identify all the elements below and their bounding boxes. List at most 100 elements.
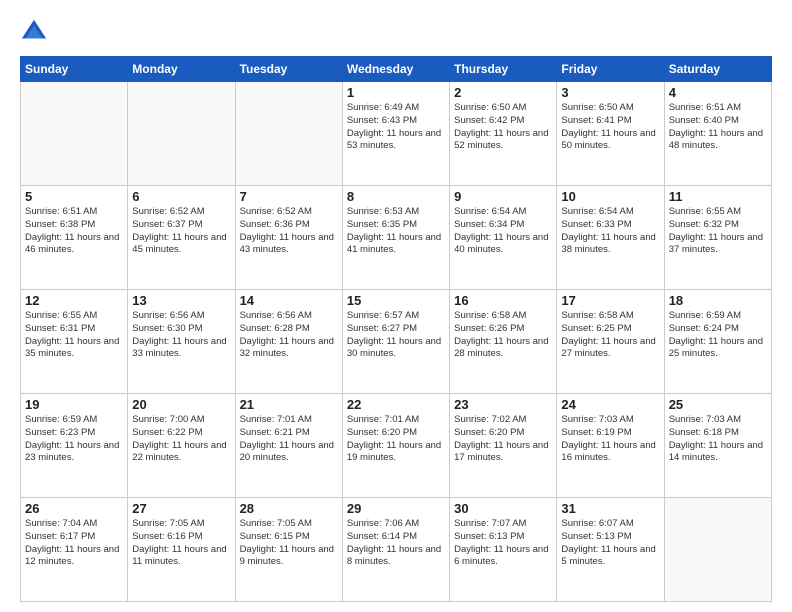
day-number: 22 (347, 397, 445, 412)
day-number: 4 (669, 85, 767, 100)
day-info: Sunrise: 6:54 AM Sunset: 6:34 PM Dayligh… (454, 206, 552, 257)
table-row: 1 Sunrise: 6:49 AM Sunset: 6:43 PM Daylig… (342, 82, 449, 186)
table-row: 19 Sunrise: 6:59 AM Sunset: 6:23 PM Dayli… (21, 394, 128, 498)
day-number: 19 (25, 397, 123, 412)
day-info: Sunrise: 6:59 AM Sunset: 6:23 PM Dayligh… (25, 414, 123, 465)
day-info: Sunrise: 6:52 AM Sunset: 6:36 PM Dayligh… (240, 206, 338, 257)
day-info: Sunrise: 6:56 AM Sunset: 6:28 PM Dayligh… (240, 310, 338, 361)
calendar-week-row: 1 Sunrise: 6:49 AM Sunset: 6:43 PM Daylig… (21, 82, 772, 186)
day-number: 21 (240, 397, 338, 412)
table-row: 10 Sunrise: 6:54 AM Sunset: 6:33 PM Dayli… (557, 186, 664, 290)
table-row: 7 Sunrise: 6:52 AM Sunset: 6:36 PM Daylig… (235, 186, 342, 290)
day-info: Sunrise: 6:53 AM Sunset: 6:35 PM Dayligh… (347, 206, 445, 257)
day-number: 9 (454, 189, 552, 204)
day-number: 11 (669, 189, 767, 204)
table-row: 14 Sunrise: 6:56 AM Sunset: 6:28 PM Dayli… (235, 290, 342, 394)
table-row (664, 498, 771, 602)
table-row: 4Sunrise: 6:51 AM Sunset: 6:40 PM Daylig… (664, 82, 771, 186)
table-row: 27 Sunrise: 7:05 AM Sunset: 6:16 PM Dayli… (128, 498, 235, 602)
col-tuesday: Tuesday (235, 57, 342, 82)
table-row: 26 Sunrise: 7:04 AM Sunset: 6:17 PM Dayli… (21, 498, 128, 602)
day-number: 18 (669, 293, 767, 308)
table-row: 28Sunrise: 7:05 AM Sunset: 6:15 PM Dayli… (235, 498, 342, 602)
day-number: 25 (669, 397, 767, 412)
day-info: Sunrise: 7:06 AM Sunset: 6:14 PM Dayligh… (347, 518, 445, 569)
col-saturday: Saturday (664, 57, 771, 82)
table-row: 11 Sunrise: 6:55 AM Sunset: 6:32 PM Dayli… (664, 186, 771, 290)
day-info: Sunrise: 6:57 AM Sunset: 6:27 PM Dayligh… (347, 310, 445, 361)
day-number: 16 (454, 293, 552, 308)
table-row: 15 Sunrise: 6:57 AM Sunset: 6:27 PM Dayli… (342, 290, 449, 394)
table-row: 13 Sunrise: 6:56 AM Sunset: 6:30 PM Dayli… (128, 290, 235, 394)
day-info: Sunrise: 6:55 AM Sunset: 6:31 PM Dayligh… (25, 310, 123, 361)
day-info: Sunrise: 6:59 AM Sunset: 6:24 PM Dayligh… (669, 310, 767, 361)
day-info: Sunrise: 7:04 AM Sunset: 6:17 PM Dayligh… (25, 518, 123, 569)
day-number: 29 (347, 501, 445, 516)
table-row: 20 Sunrise: 7:00 AM Sunset: 6:22 PM Dayli… (128, 394, 235, 498)
day-number: 14 (240, 293, 338, 308)
col-thursday: Thursday (450, 57, 557, 82)
day-number: 24 (561, 397, 659, 412)
calendar-week-row: 12 Sunrise: 6:55 AM Sunset: 6:31 PM Dayli… (21, 290, 772, 394)
table-row: 24Sunrise: 7:03 AM Sunset: 6:19 PM Dayli… (557, 394, 664, 498)
col-sunday: Sunday (21, 57, 128, 82)
day-info: Sunrise: 6:55 AM Sunset: 6:32 PM Dayligh… (669, 206, 767, 257)
day-info: Sunrise: 6:58 AM Sunset: 6:26 PM Dayligh… (454, 310, 552, 361)
table-row: 3 Sunrise: 6:50 AM Sunset: 6:41 PM Daylig… (557, 82, 664, 186)
day-number: 12 (25, 293, 123, 308)
generalblue-logo-icon (20, 18, 48, 46)
day-info: Sunrise: 7:00 AM Sunset: 6:22 PM Dayligh… (132, 414, 230, 465)
day-number: 8 (347, 189, 445, 204)
day-number: 2 (454, 85, 552, 100)
day-info: Sunrise: 6:07 AM Sunset: 5:13 PM Dayligh… (561, 518, 659, 569)
day-number: 7 (240, 189, 338, 204)
day-info: Sunrise: 6:50 AM Sunset: 6:41 PM Dayligh… (561, 102, 659, 153)
day-info: Sunrise: 7:07 AM Sunset: 6:13 PM Dayligh… (454, 518, 552, 569)
day-info: Sunrise: 7:01 AM Sunset: 6:21 PM Dayligh… (240, 414, 338, 465)
day-info: Sunrise: 6:49 AM Sunset: 6:43 PM Dayligh… (347, 102, 445, 153)
day-number: 5 (25, 189, 123, 204)
day-number: 27 (132, 501, 230, 516)
page: Sunday Monday Tuesday Wednesday Thursday… (0, 0, 792, 612)
day-info: Sunrise: 7:05 AM Sunset: 6:15 PM Dayligh… (240, 518, 338, 569)
day-info: Sunrise: 7:01 AM Sunset: 6:20 PM Dayligh… (347, 414, 445, 465)
table-row (235, 82, 342, 186)
calendar-table: Sunday Monday Tuesday Wednesday Thursday… (20, 56, 772, 602)
day-info: Sunrise: 6:54 AM Sunset: 6:33 PM Dayligh… (561, 206, 659, 257)
col-friday: Friday (557, 57, 664, 82)
header (20, 18, 772, 46)
table-row: 12 Sunrise: 6:55 AM Sunset: 6:31 PM Dayli… (21, 290, 128, 394)
day-number: 3 (561, 85, 659, 100)
day-number: 1 (347, 85, 445, 100)
calendar-week-row: 26 Sunrise: 7:04 AM Sunset: 6:17 PM Dayli… (21, 498, 772, 602)
day-number: 26 (25, 501, 123, 516)
table-row: 18 Sunrise: 6:59 AM Sunset: 6:24 PM Dayli… (664, 290, 771, 394)
day-info: Sunrise: 7:03 AM Sunset: 6:18 PM Dayligh… (669, 414, 767, 465)
table-row: 17 Sunrise: 6:58 AM Sunset: 6:25 PM Dayli… (557, 290, 664, 394)
day-number: 10 (561, 189, 659, 204)
table-row: 16 Sunrise: 6:58 AM Sunset: 6:26 PM Dayli… (450, 290, 557, 394)
day-info: Sunrise: 6:51 AM Sunset: 6:38 PM Dayligh… (25, 206, 123, 257)
logo (20, 18, 52, 46)
day-number: 17 (561, 293, 659, 308)
day-info: Sunrise: 6:58 AM Sunset: 6:25 PM Dayligh… (561, 310, 659, 361)
day-number: 6 (132, 189, 230, 204)
table-row: 6Sunrise: 6:52 AM Sunset: 6:37 PM Daylig… (128, 186, 235, 290)
day-info: Sunrise: 6:50 AM Sunset: 6:42 PM Dayligh… (454, 102, 552, 153)
day-number: 15 (347, 293, 445, 308)
calendar-header-row: Sunday Monday Tuesday Wednesday Thursday… (21, 57, 772, 82)
day-number: 13 (132, 293, 230, 308)
table-row: 25 Sunrise: 7:03 AM Sunset: 6:18 PM Dayli… (664, 394, 771, 498)
table-row: 22 Sunrise: 7:01 AM Sunset: 6:20 PM Dayli… (342, 394, 449, 498)
day-info: Sunrise: 7:05 AM Sunset: 6:16 PM Dayligh… (132, 518, 230, 569)
calendar-week-row: 19 Sunrise: 6:59 AM Sunset: 6:23 PM Dayli… (21, 394, 772, 498)
table-row: 30Sunrise: 7:07 AM Sunset: 6:13 PM Dayli… (450, 498, 557, 602)
day-number: 20 (132, 397, 230, 412)
day-number: 23 (454, 397, 552, 412)
col-monday: Monday (128, 57, 235, 82)
table-row: 2 Sunrise: 6:50 AM Sunset: 6:42 PM Daylig… (450, 82, 557, 186)
table-row: 31 Sunrise: 6:07 AM Sunset: 5:13 PM Dayli… (557, 498, 664, 602)
day-info: Sunrise: 6:56 AM Sunset: 6:30 PM Dayligh… (132, 310, 230, 361)
table-row (21, 82, 128, 186)
day-number: 31 (561, 501, 659, 516)
